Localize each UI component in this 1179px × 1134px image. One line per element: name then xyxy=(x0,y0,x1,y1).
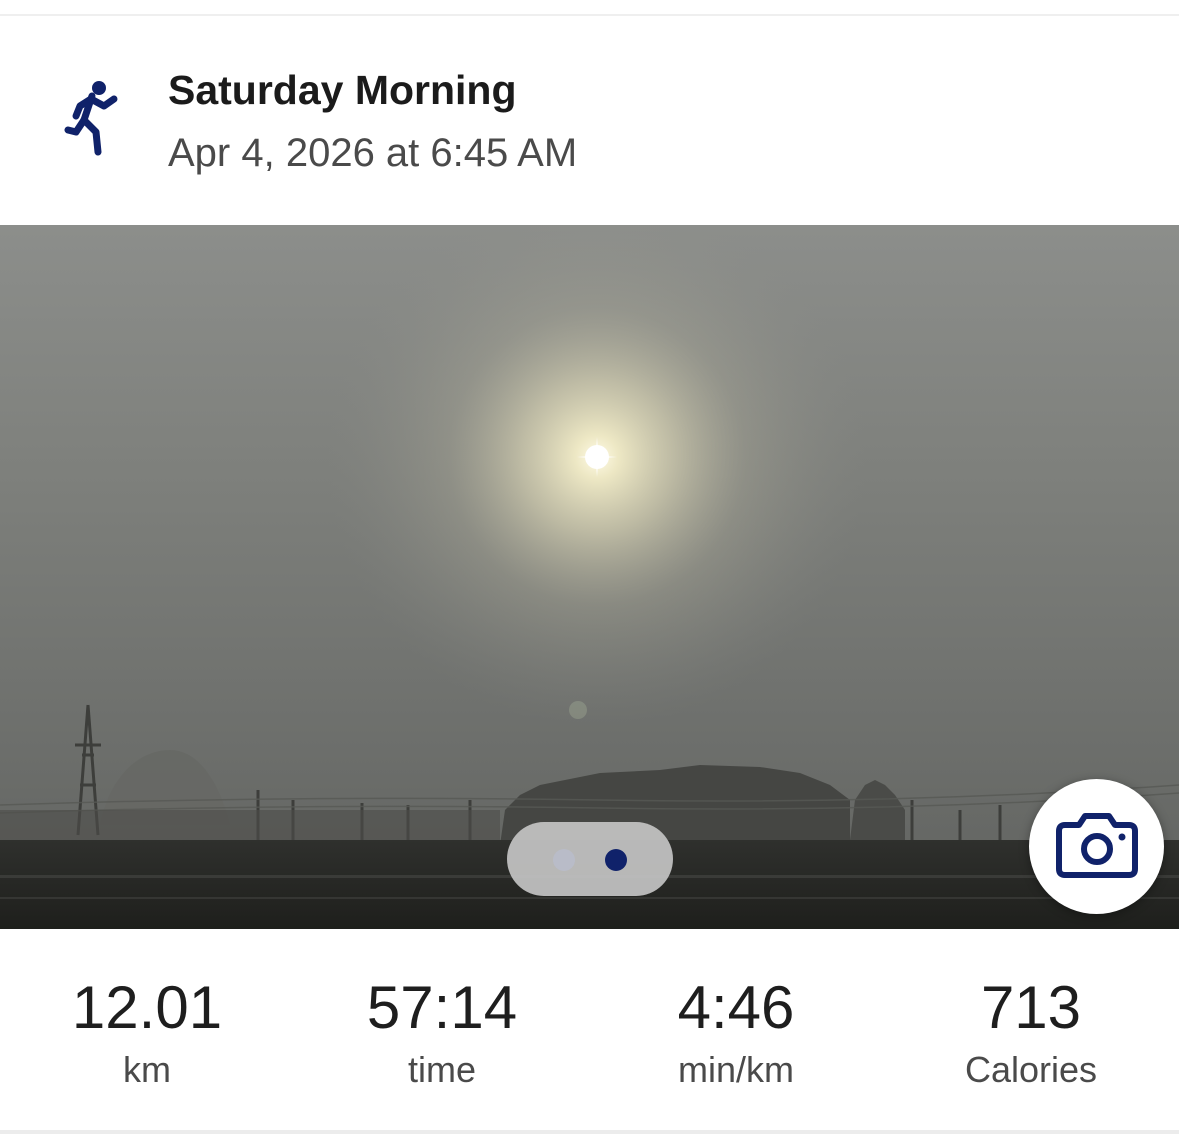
activity-title: Saturday Morning xyxy=(168,67,517,113)
running-figure-icon xyxy=(62,80,128,158)
stat-pace-label: min/km xyxy=(678,1049,794,1090)
top-divider xyxy=(0,14,1179,16)
activity-datetime: Apr 4, 2026 at 6:45 AM xyxy=(168,131,578,175)
photo-pager[interactable] xyxy=(507,822,673,896)
stat-time-value: 57:14 xyxy=(366,974,518,1041)
camera-icon xyxy=(1056,813,1138,878)
bottom-divider xyxy=(0,1130,1179,1134)
stat-calories-value: 713 xyxy=(980,974,1082,1041)
pager-dot-1[interactable] xyxy=(553,849,575,871)
stat-distance-label: km xyxy=(123,1049,171,1090)
add-photo-button[interactable] xyxy=(1029,779,1164,914)
stat-time-label: time xyxy=(407,1049,476,1090)
stat-calories-label: Calories xyxy=(964,1049,1098,1090)
stat-calories: 713 Calories xyxy=(911,968,1151,1096)
stat-distance: 12.01 km xyxy=(27,968,267,1096)
stat-distance-value: 12.01 xyxy=(71,974,223,1041)
stat-pace: 4:46 min/km xyxy=(616,968,856,1096)
stat-time: 57:14 time xyxy=(322,968,562,1096)
pager-dot-2-active[interactable] xyxy=(605,849,627,871)
stat-pace-value: 4:46 xyxy=(677,974,795,1041)
